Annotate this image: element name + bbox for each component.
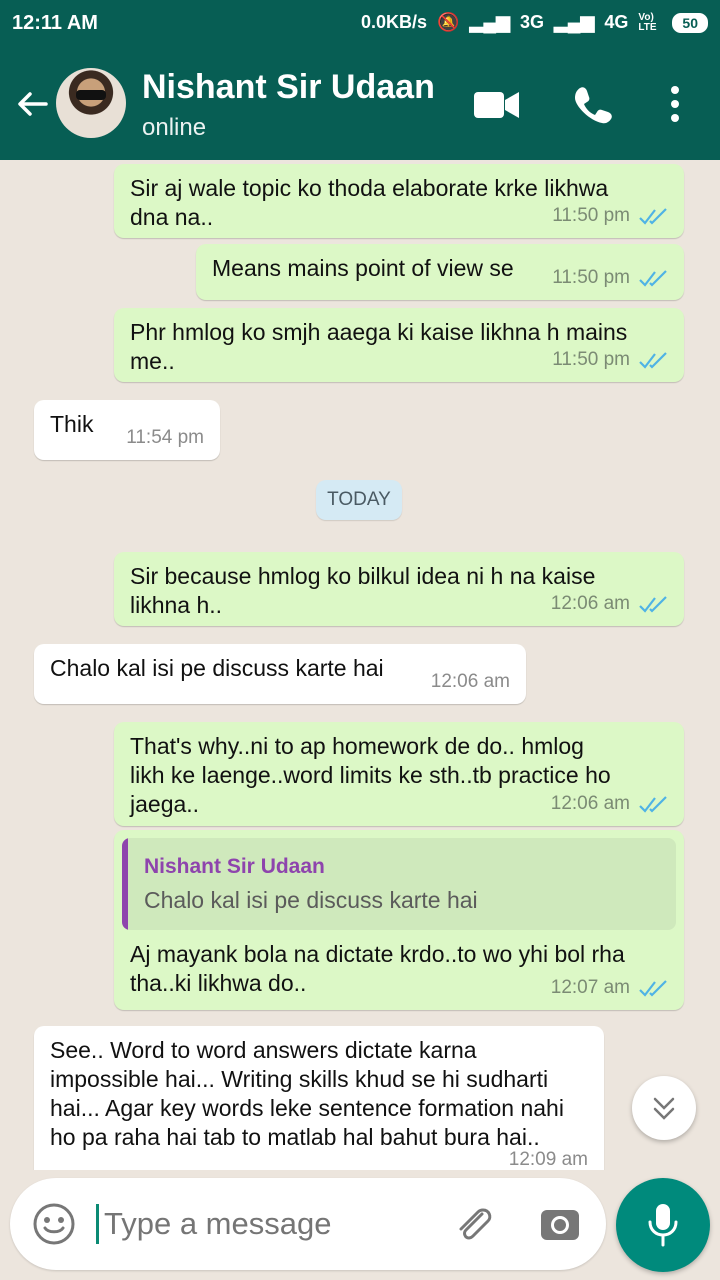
date-chip: TODAY xyxy=(316,480,402,520)
network-type-1: 3G xyxy=(519,12,544,32)
quoted-text: Chalo kal isi pe discuss karte hai xyxy=(144,887,478,913)
mic-icon xyxy=(648,1204,678,1247)
more-options-icon[interactable] xyxy=(668,84,682,124)
message-meta: 11:50 pm xyxy=(552,201,668,230)
message-text: See.. Word to word answers dictate karna… xyxy=(50,1037,564,1150)
message-time: 11:50 pm xyxy=(552,349,630,370)
silent-alarm-icon: 🔕 xyxy=(437,12,460,32)
double-check-icon xyxy=(639,795,667,813)
outgoing-message[interactable]: Sir aj wale topic ko thoda elaborate krk… xyxy=(114,164,684,238)
double-check-icon xyxy=(639,595,667,613)
outgoing-reply-message[interactable]: Nishant Sir Udaan Chalo kal isi pe discu… xyxy=(114,830,684,1010)
contact-avatar[interactable] xyxy=(56,68,126,138)
double-check-icon xyxy=(639,979,667,997)
outgoing-message[interactable]: That's why..ni to ap homework de do.. hm… xyxy=(114,722,684,826)
message-meta: 11:50 pm xyxy=(552,345,668,374)
outgoing-message[interactable]: Sir because hmlog ko bilkul idea ni h na… xyxy=(114,552,684,626)
double-check-icon xyxy=(639,351,667,369)
outgoing-message[interactable]: Phr hmlog ko smjh aaega ki kaise likhna … xyxy=(114,308,684,382)
message-time: 12:06 am xyxy=(430,671,510,692)
quoted-sender: Nishant Sir Udaan xyxy=(144,855,325,878)
message-time: 12:06 am xyxy=(550,793,630,814)
message-composer[interactable] xyxy=(10,1178,606,1270)
camera-icon[interactable] xyxy=(538,1202,582,1246)
message-time: 11:50 pm xyxy=(552,267,630,288)
network-type-2: 4G xyxy=(604,12,629,32)
message-meta: 12:06 am xyxy=(431,667,510,696)
contact-name[interactable]: Nishant Sir Udaan xyxy=(142,68,435,107)
signal-icon-2: ▂▄▆ xyxy=(553,12,595,32)
message-time: 12:06 am xyxy=(550,593,630,614)
back-arrow-icon[interactable] xyxy=(14,86,50,122)
network-speed: 0.0KB/s xyxy=(361,12,428,32)
chevron-down-icon xyxy=(653,1097,675,1120)
message-time: 12:09 am xyxy=(508,1149,588,1170)
message-meta: 11:50 pm xyxy=(552,263,668,292)
message-meta: 12:06 am xyxy=(551,789,668,818)
voice-call-icon[interactable] xyxy=(572,84,612,124)
signal-icon: ▂▄▆ xyxy=(469,12,510,32)
chat-header: Nishant Sir Udaan online xyxy=(0,48,720,160)
status-bar: 12:11 AM 0.0KB/s 🔕 ▂▄▆ 3G ▂▄▆ 4G Vo) LTE… xyxy=(0,0,720,48)
incoming-message[interactable]: Thik 11:54 pm xyxy=(34,400,220,460)
message-time: 11:50 pm xyxy=(552,205,630,226)
battery-indicator: 50 xyxy=(672,12,708,33)
status-time: 12:11 AM xyxy=(12,12,98,34)
message-time: 12:07 am xyxy=(550,977,630,998)
paperclip-icon[interactable] xyxy=(452,1202,496,1246)
status-icons: 0.0KB/s 🔕 ▂▄▆ 3G ▂▄▆ 4G Vo) LTE 50 xyxy=(361,12,708,33)
chat-history[interactable]: Sir aj wale topic ko thoda elaborate krk… xyxy=(0,160,720,1170)
quoted-message[interactable]: Nishant Sir Udaan Chalo kal isi pe discu… xyxy=(122,838,676,930)
text-caret xyxy=(96,1204,99,1244)
emoji-icon[interactable] xyxy=(32,1202,76,1246)
message-meta: 12:06 am xyxy=(551,589,668,618)
contact-status: online xyxy=(142,114,207,141)
double-check-icon xyxy=(639,207,667,225)
video-call-icon[interactable] xyxy=(474,90,520,120)
message-time: 11:54 pm xyxy=(126,427,204,448)
double-check-icon xyxy=(639,269,667,287)
quote-bar xyxy=(122,838,128,930)
incoming-message[interactable]: Chalo kal isi pe discuss karte hai 12:06… xyxy=(34,644,526,704)
outgoing-message[interactable]: Means mains point of view se 11:50 pm xyxy=(196,244,684,300)
scroll-to-bottom-button[interactable] xyxy=(632,1076,696,1140)
message-meta: 11:54 pm xyxy=(126,423,204,452)
incoming-message[interactable]: See.. Word to word answers dictate karna… xyxy=(34,1026,604,1170)
voice-message-button[interactable] xyxy=(616,1178,710,1272)
message-input[interactable] xyxy=(102,1198,426,1250)
volte-label: Vo) LTE xyxy=(638,11,657,33)
message-meta: 12:09 am xyxy=(509,1145,588,1170)
message-meta: 12:07 am xyxy=(551,973,668,1002)
